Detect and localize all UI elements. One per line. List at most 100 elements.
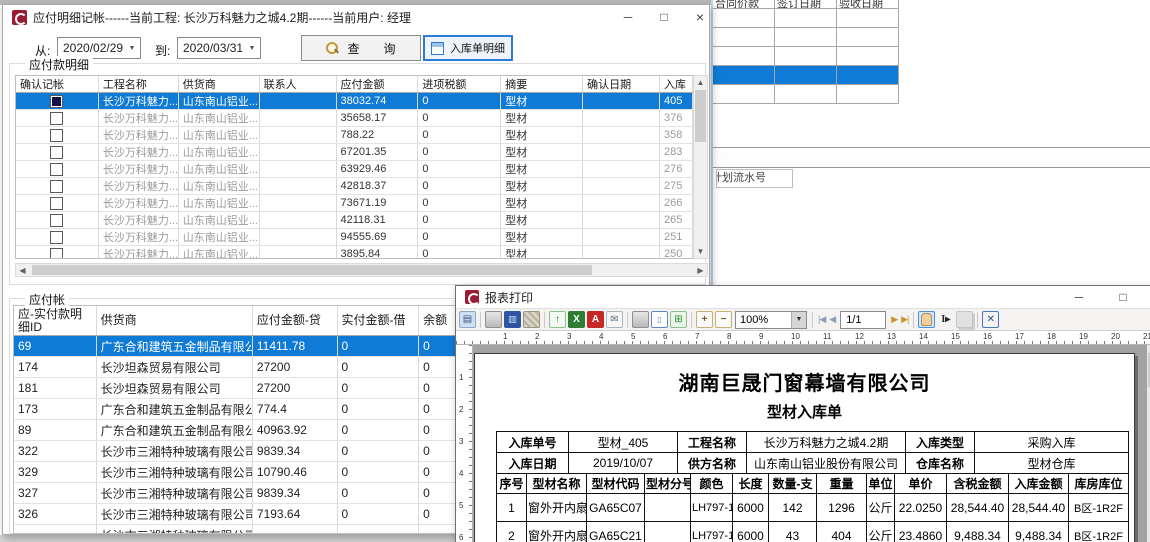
cell-2[interactable]: 11411.78 (253, 336, 338, 356)
cell-1[interactable]: 长沙坦森贸易有限公司 (97, 378, 253, 398)
cell-0[interactable]: 181 (14, 378, 97, 398)
cell-supplier[interactable]: 山东南山铝业... (179, 161, 260, 177)
cell-tax[interactable]: 0 (418, 195, 501, 211)
cell-2[interactable]: 7193.64 (253, 504, 338, 524)
table-row[interactable]: 长沙万科魅力...山东南山铝业...3895.840型材250 (16, 246, 693, 259)
zoom-combobox[interactable]: 100% ▼ (735, 311, 807, 329)
contract-cell[interactable] (775, 47, 837, 66)
contract-cell[interactable] (713, 47, 775, 66)
cell-summary[interactable]: 型材 (501, 195, 583, 211)
cell-project[interactable]: 长沙万科魅力... (99, 229, 179, 245)
contract-cell[interactable] (837, 28, 899, 47)
contract-cell[interactable] (837, 66, 899, 85)
maximize-button[interactable]: □ (647, 5, 681, 29)
cell-1[interactable]: 广东合和建筑五金制品有限公司 (97, 399, 253, 419)
table-row[interactable]: 长沙万科魅力...山东南山铝业...38032.740型材405 (16, 93, 693, 110)
table-row[interactable]: 69广东合和建筑五金制品有限公司11411.7800 (14, 336, 458, 357)
cell-amount[interactable]: 94555.69 (337, 229, 419, 245)
cell-contact[interactable] (260, 246, 337, 259)
table-row[interactable]: 长沙万科魅力...山东南山铝业...788.220型材358 (16, 127, 693, 144)
cell-summary[interactable]: 型材 (501, 127, 583, 143)
contract-cell[interactable] (713, 28, 775, 47)
confirm-checkbox[interactable] (50, 163, 63, 176)
cell-1[interactable]: 长沙坦森贸易有限公司 (97, 357, 253, 377)
contract-cell[interactable] (775, 66, 837, 85)
detail-grid-vscrollbar[interactable]: ▲ ▼ (693, 75, 708, 259)
cell-summary[interactable]: 型材 (501, 93, 583, 109)
cell-0[interactable]: 326 (14, 504, 97, 524)
table-row[interactable]: 长沙万科魅力...山东南山铝业...73671.190型材266 (16, 195, 693, 212)
cell-contact[interactable] (260, 93, 337, 109)
cell-0[interactable]: 89 (14, 420, 97, 440)
cell-1[interactable]: 长沙市三湘特种玻璃有限公司 (97, 504, 253, 524)
cell-tax[interactable]: 0 (418, 246, 501, 259)
cell-1[interactable]: 长沙市三湘特种玻璃有限公司 (97, 462, 253, 482)
table-row[interactable]: 174长沙坦森贸易有限公司2720000 (14, 357, 458, 378)
cell-3[interactable]: 0 (338, 462, 420, 482)
cell-contact[interactable] (260, 110, 337, 126)
column-header-1[interactable]: 供货商 (97, 306, 253, 335)
cell-supplier[interactable]: 山东南山铝业... (179, 178, 260, 194)
cell-4[interactable]: 0 (419, 399, 458, 419)
cell-summary[interactable]: 型材 (501, 212, 583, 228)
query-button[interactable]: 查 询 (301, 35, 421, 61)
column-header-1[interactable]: 工程名称 (99, 76, 179, 92)
cell-supplier[interactable]: 山东南山铝业... (179, 212, 260, 228)
export-icon[interactable]: ↑ (549, 311, 566, 328)
table-row[interactable]: 322长沙市三湘特种玻璃有限公司9839.3400 (14, 441, 458, 462)
cell-inbound[interactable]: 265 (660, 212, 693, 228)
column-header-7[interactable]: 确认日期 (583, 76, 660, 92)
close-preview-icon[interactable]: ✕ (982, 311, 999, 328)
text-select-icon[interactable]: I▸ (937, 311, 954, 328)
table-row[interactable]: 长沙万科魅力...山东南山铝业...42118.310型材265 (16, 212, 693, 229)
zoom-in-icon[interactable]: + (696, 311, 713, 328)
book-icon[interactable]: ▥ (504, 311, 521, 328)
cell-project[interactable]: 长沙万科魅力... (99, 93, 179, 109)
cell-2[interactable]: 27200 (253, 378, 338, 398)
cell-amount[interactable]: 788.22 (337, 127, 419, 143)
cell-amount[interactable]: 38032.74 (337, 93, 419, 109)
cell-4[interactable]: 0 (419, 483, 458, 503)
cell-amount[interactable]: 42818.37 (337, 178, 419, 194)
page-setup-icon[interactable]: ▯ (651, 311, 668, 328)
cell-0[interactable]: 327 (14, 483, 97, 503)
cell-4[interactable] (419, 525, 458, 534)
cell-inbound[interactable]: 275 (660, 178, 693, 194)
cell-confirm-date[interactable] (583, 246, 660, 259)
cell-confirm-checkbox[interactable] (16, 161, 99, 177)
cell-supplier[interactable]: 山东南山铝业... (179, 229, 260, 245)
cell-confirm-date[interactable] (583, 212, 660, 228)
cell-0[interactable] (14, 525, 97, 534)
cell-inbound[interactable]: 251 (660, 229, 693, 245)
confirm-checkbox[interactable] (50, 214, 63, 227)
contract-row[interactable] (713, 85, 899, 104)
confirm-checkbox[interactable] (50, 129, 63, 142)
scroll-right-icon[interactable]: ▶ (694, 264, 707, 276)
column-header-0[interactable]: 确认记帐 (16, 76, 99, 92)
cell-tax[interactable]: 0 (418, 127, 501, 143)
cell-supplier[interactable]: 山东南山铝业... (179, 246, 260, 259)
contract-cell[interactable] (713, 85, 775, 104)
cell-4[interactable]: 0 (419, 504, 458, 524)
cell-3[interactable]: 0 (338, 378, 420, 398)
cell-inbound[interactable]: 376 (660, 110, 693, 126)
cell-3[interactable]: 0 (338, 504, 420, 524)
cell-0[interactable]: 174 (14, 357, 97, 377)
table-row[interactable]: 长沙万科魅力...山东南山铝业...63929.460型材276 (16, 161, 693, 178)
column-header-6[interactable]: 摘要 (501, 76, 583, 92)
cell-4[interactable]: 0 (419, 378, 458, 398)
page-number-input[interactable]: 1/1 (840, 311, 886, 329)
chevron-down-icon[interactable]: ▼ (244, 45, 260, 52)
export-excel-icon[interactable]: X (568, 311, 585, 328)
table-row[interactable]: 327长沙市三湘特种玻璃有限公司9839.3400 (14, 483, 458, 504)
table-row[interactable]: 89广东合和建筑五金制品有限公司40963.9200 (14, 420, 458, 441)
cell-project[interactable]: 长沙万科魅力... (99, 127, 179, 143)
confirm-checkbox[interactable] (50, 197, 63, 210)
table-row[interactable]: 173广东合和建筑五金制品有限公司774.400 (14, 399, 458, 420)
contract-cell[interactable] (775, 9, 837, 28)
table-row[interactable]: 长沙市三湘特种玻璃有限公司 (14, 525, 458, 534)
cell-amount[interactable]: 42118.31 (337, 212, 419, 228)
table-row[interactable]: 329长沙市三湘特种玻璃有限公司10790.4600 (14, 462, 458, 483)
table-row[interactable]: 长沙万科魅力...山东南山铝业...94555.690型材251 (16, 229, 693, 246)
close-button[interactable]: × (683, 5, 717, 29)
